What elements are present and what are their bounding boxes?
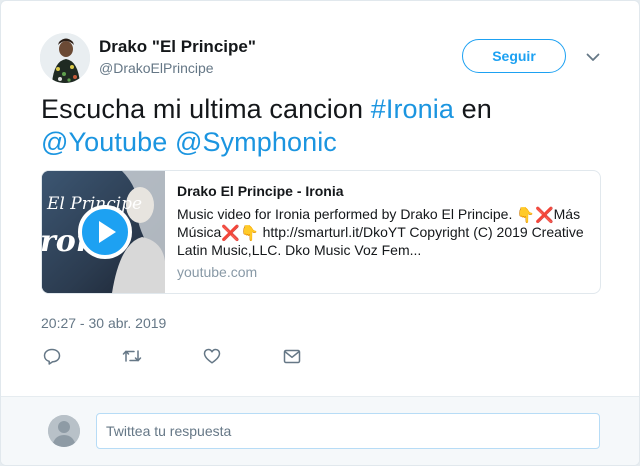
description-text: Music video for Ironia performed by Drak… <box>177 206 517 222</box>
tweet-menu-button[interactable] <box>583 47 603 67</box>
direct-message-button[interactable] <box>281 346 303 366</box>
author-display-name[interactable]: Drako "El Principe" <box>99 37 256 57</box>
tweet-text-part: Escucha mi ultima cancion <box>41 94 371 124</box>
pointing-down-icon: 👇 <box>516 207 535 224</box>
follow-button[interactable]: Seguir <box>462 39 566 73</box>
default-avatar-icon <box>48 415 80 447</box>
link-card-description: Music video for Ironia performed by Drak… <box>177 205 592 259</box>
author-avatar[interactable] <box>40 33 90 83</box>
video-thumbnail[interactable]: El Principe roni <box>42 171 165 293</box>
profile-avatar-icon <box>40 33 90 83</box>
link-card-domain: youtube.com <box>177 264 258 280</box>
tweet-timestamp[interactable]: 20:27 - 30 abr. 2019 <box>41 315 166 331</box>
reply-input[interactable] <box>96 413 600 449</box>
author-handle[interactable]: @DrakoElPrincipe <box>99 60 214 76</box>
tweet-text: Escucha mi ultima cancion #Ironia en @You… <box>41 93 611 159</box>
cross-mark-icon: ❌ <box>534 207 554 224</box>
reply-icon <box>43 348 61 365</box>
direct-message-icon <box>283 349 301 363</box>
hashtag-link[interactable]: #Ironia <box>371 94 454 124</box>
link-card-title: Drako El Principe - Ironia <box>177 183 344 199</box>
link-preview-card[interactable]: El Principe roni Drako El Principe - Iro… <box>41 170 601 294</box>
tweet-embed-card: Drako "El Principe" @DrakoElPrincipe Seg… <box>0 0 640 466</box>
cross-mark-icon: ❌ <box>221 225 241 242</box>
pointing-down-icon: 👇 <box>240 225 259 242</box>
reply-composer <box>1 396 639 465</box>
retweet-icon <box>122 350 142 362</box>
reply-button[interactable] <box>41 346 63 366</box>
mention-link-youtube[interactable]: @Youtube <box>41 127 167 157</box>
play-icon <box>78 205 132 259</box>
tweet-text-part: en <box>454 94 492 124</box>
like-button[interactable] <box>201 346 223 366</box>
play-button[interactable] <box>78 205 132 259</box>
chevron-down-icon <box>586 53 600 61</box>
like-icon <box>203 348 221 364</box>
viewer-avatar <box>48 415 80 447</box>
mention-link-symphonic[interactable]: @Symphonic <box>175 127 337 157</box>
retweet-button[interactable] <box>121 346 143 366</box>
